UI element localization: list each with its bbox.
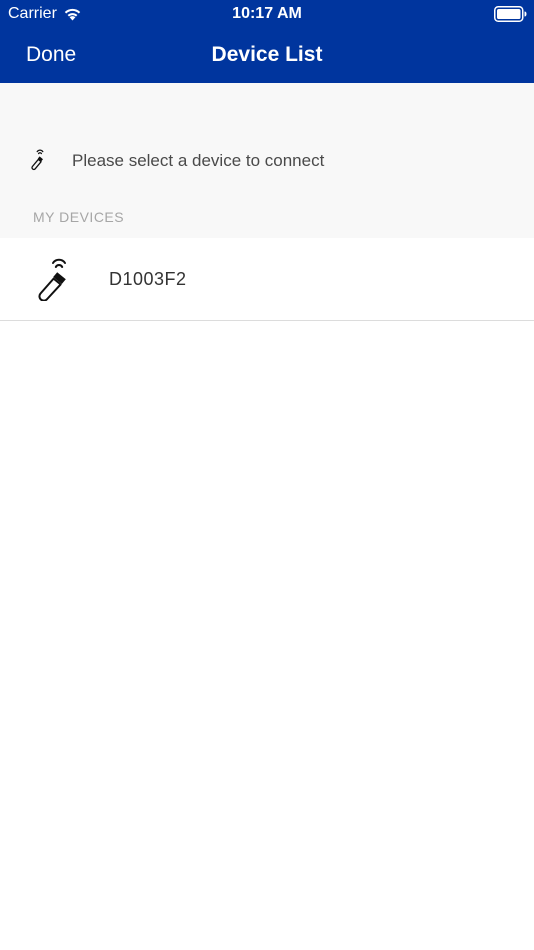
device-row-d1003f2[interactable]: D1003F2 [0, 238, 534, 321]
navigation-bar: Done Device List [0, 28, 534, 83]
status-time: 10:17 AM [232, 5, 302, 22]
connect-prompt-text: Please select a device to connect [72, 151, 325, 170]
section-header-my-devices: MY DEVICES [33, 209, 125, 225]
status-bar: Carrier 10:17 AM [0, 0, 534, 28]
device-name: D1003F2 [109, 269, 187, 289]
app-header: Carrier 10:17 AM Done Device List [0, 0, 534, 83]
usb-wireless-dongle-icon [38, 258, 66, 301]
device-list-background: Please select a device to connect MY DEV… [0, 83, 534, 238]
battery-icon [494, 6, 527, 22]
page-title: Device List [211, 43, 323, 66]
usb-wireless-dongle-icon [31, 149, 44, 171]
